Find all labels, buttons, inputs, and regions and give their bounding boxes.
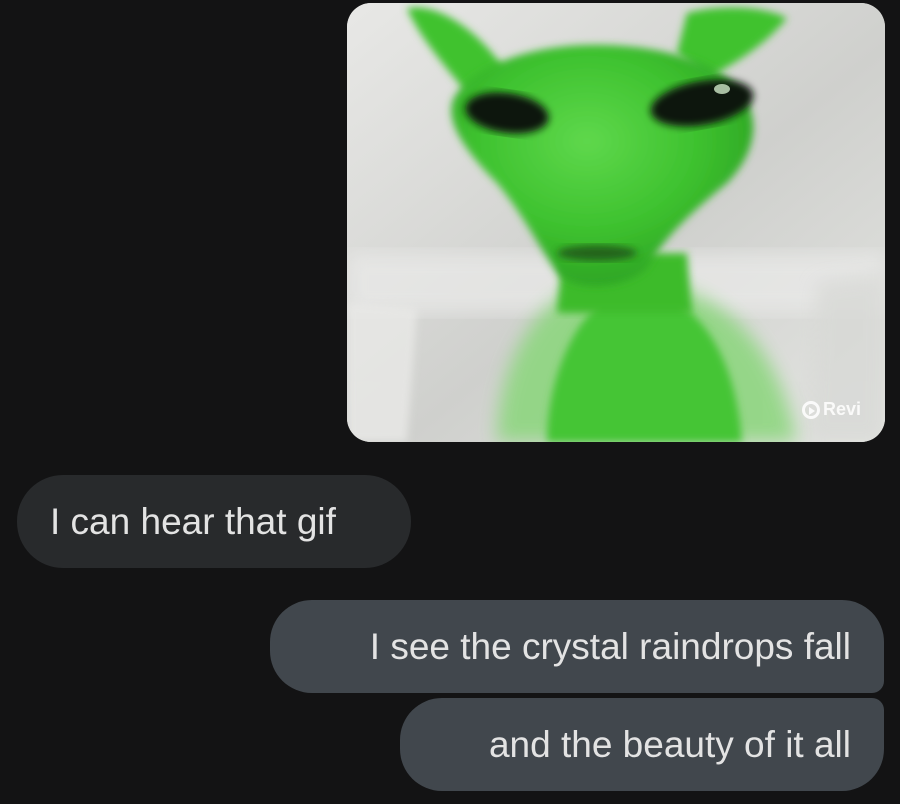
alien-gif-image	[347, 3, 885, 442]
play-icon	[801, 400, 820, 419]
watermark-text: Revi	[822, 399, 861, 419]
chat-thread: Revi I can hear that gif I see the cryst…	[0, 0, 900, 804]
gif-watermark: Revi	[801, 399, 861, 420]
message-text: I see the crystal raindrops fall	[369, 626, 851, 667]
incoming-message[interactable]: I can hear that gif	[17, 475, 411, 568]
message-text: and the beauty of it all	[488, 724, 851, 765]
message-text: I can hear that gif	[50, 501, 336, 542]
outgoing-message[interactable]: I see the crystal raindrops fall	[270, 600, 884, 693]
gif-message[interactable]: Revi	[347, 3, 885, 442]
outgoing-message[interactable]: and the beauty of it all	[400, 698, 884, 791]
